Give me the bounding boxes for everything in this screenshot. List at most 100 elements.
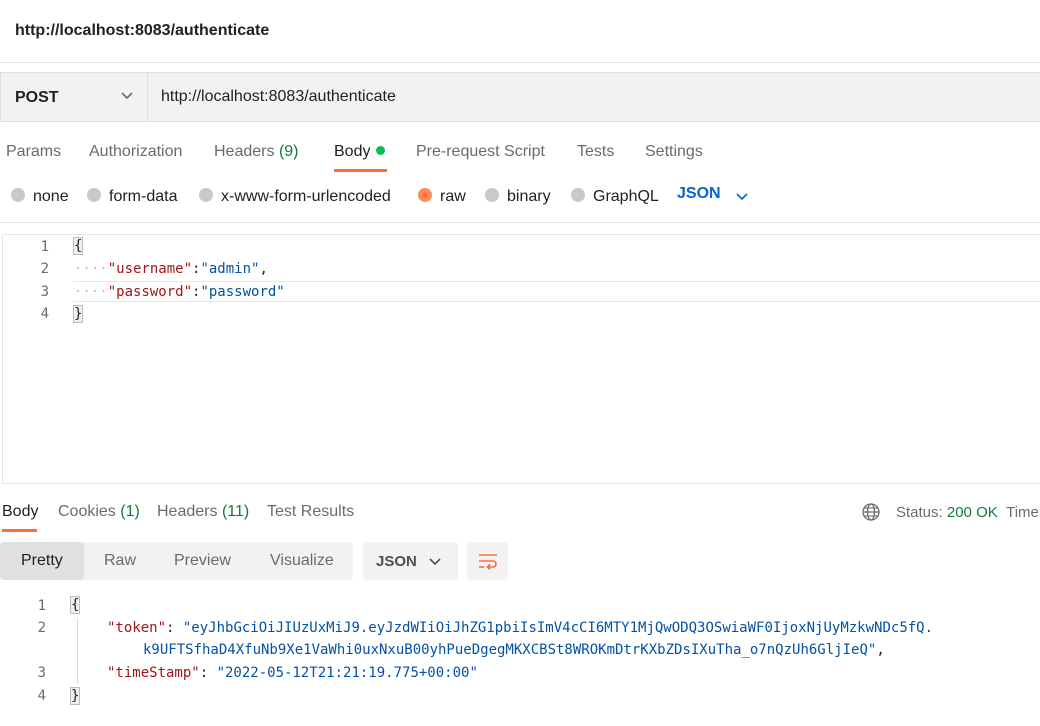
line-number: 3 — [37, 665, 46, 681]
method-select[interactable]: POST — [1, 73, 148, 121]
method-label: POST — [15, 89, 59, 106]
radio-graphql-label: GraphQL — [593, 188, 659, 205]
url-bar: POST http://localhost:8083/authenticate — [0, 72, 1040, 122]
radio-form-data[interactable]: form-data — [87, 188, 177, 206]
radio-raw[interactable]: raw — [418, 188, 466, 206]
active-tab-underline — [334, 169, 387, 172]
code-line: ····"password":"password" — [74, 284, 285, 300]
username-value: "admin" — [200, 261, 260, 277]
radio-form-data-label: form-data — [109, 188, 178, 205]
view-mode-segmented-control: Pretty Raw Preview Visualize — [0, 542, 353, 580]
tab-settings[interactable]: Settings — [645, 143, 703, 161]
body-type-radios: none form-data x-www-form-urlencoded raw… — [0, 185, 1040, 211]
tab-headers-count: (9) — [278, 143, 299, 160]
view-preview[interactable]: Preview — [174, 552, 231, 570]
response-format-select[interactable]: JSON — [363, 542, 458, 580]
tab-params[interactable]: Params — [6, 143, 61, 161]
response-tab-cookies[interactable]: Cookies (1) — [58, 503, 140, 521]
radio-binary[interactable]: binary — [485, 188, 551, 206]
code-line: "timeStamp": "2022-05-12T21:21:19.775+00… — [107, 665, 478, 681]
wrap-lines-icon — [479, 554, 497, 571]
active-tab-underline — [2, 529, 37, 532]
timestamp-key: "timeStamp" — [107, 665, 200, 681]
open-brace: { — [72, 237, 84, 255]
cookies-count: (1) — [120, 503, 140, 520]
wrap-lines-button[interactable] — [467, 542, 508, 580]
url-input[interactable]: http://localhost:8083/authenticate — [161, 88, 396, 106]
response-body-viewer[interactable]: 1 2 3 4 { "token": "eyJhbGciOiJIUzUxMiJ9… — [0, 592, 1040, 726]
radio-circle-icon — [87, 188, 101, 202]
indent-guide: ···· — [74, 284, 108, 300]
radio-none-label: none — [33, 188, 69, 205]
response-tabs: Body Cookies (1) Headers (11) Test Resul… — [0, 500, 1040, 536]
code-line: } — [69, 687, 81, 705]
password-key: "password" — [107, 284, 193, 300]
response-tab-test-results[interactable]: Test Results — [267, 503, 354, 521]
token-key: "token" — [107, 620, 167, 636]
indent-guide: ···· — [74, 261, 108, 277]
view-visualize[interactable]: Visualize — [270, 552, 334, 570]
globe-icon[interactable] — [861, 502, 881, 522]
response-format-label: JSON — [376, 553, 417, 570]
request-title-bar: http://localhost:8083/authenticate — [0, 0, 1040, 63]
password-value: "password" — [200, 284, 285, 300]
code-line: { — [69, 596, 81, 614]
request-title[interactable]: http://localhost:8083/authenticate — [15, 22, 269, 40]
token-value-continued: k9UFTSfhaD4XfuNb9Xe1VaWhi0uxNxuB00yhPueD… — [143, 642, 877, 658]
line-number: 4 — [40, 306, 49, 322]
time-label[interactable]: Time — [1006, 504, 1039, 521]
view-raw[interactable]: Raw — [104, 552, 136, 570]
status-badge[interactable]: 200 OK — [947, 504, 998, 521]
code-line: k9UFTSfhaD4XfuNb9Xe1VaWhi0uxNxuB00yhPueD… — [143, 642, 885, 658]
line-number: 2 — [37, 620, 46, 636]
body-indicator-dot-icon — [376, 146, 386, 155]
chevron-down-icon — [429, 558, 441, 566]
radio-graphql[interactable]: GraphQL — [571, 188, 659, 206]
radio-circle-icon — [11, 188, 25, 202]
line-number: 4 — [37, 688, 46, 704]
body-language-label: JSON — [677, 185, 721, 202]
radio-circle-icon — [199, 188, 213, 202]
response-status: Status: 200 OK Time — [896, 504, 1039, 521]
tab-body[interactable]: Body — [334, 143, 386, 161]
tab-prerequest-script[interactable]: Pre-request Script — [416, 143, 545, 161]
cookies-label: Cookies — [58, 503, 116, 520]
code-line: ····"username":"admin", — [74, 261, 268, 277]
divider — [0, 222, 1040, 223]
line-number: 1 — [37, 598, 46, 614]
line-number: 2 — [40, 261, 49, 277]
radio-circle-icon — [485, 188, 499, 202]
view-pretty[interactable]: Pretty — [21, 552, 63, 570]
timestamp-value: "2022-05-12T21:21:19.775+00:00" — [216, 665, 478, 681]
radio-binary-label: binary — [507, 188, 551, 205]
tab-headers[interactable]: Headers (9) — [214, 143, 299, 161]
status-label: Status: — [896, 504, 943, 521]
indent-guide — [77, 618, 78, 684]
close-brace: } — [69, 687, 81, 705]
radio-urlencoded[interactable]: x-www-form-urlencoded — [199, 188, 391, 206]
request-body-editor[interactable]: 1 2 3 4 { ····"username":"admin", ····"p… — [2, 234, 1040, 484]
response-tab-headers[interactable]: Headers (11) — [157, 503, 249, 521]
radio-circle-icon — [571, 188, 585, 202]
line-number: 3 — [40, 284, 49, 300]
tab-authorization[interactable]: Authorization — [89, 143, 182, 161]
username-key: "username" — [107, 261, 193, 277]
tab-headers-label: Headers — [214, 143, 275, 160]
body-language-select[interactable]: JSON — [677, 185, 748, 203]
tab-tests[interactable]: Tests — [577, 143, 614, 161]
token-value: "eyJhbGciOiJIUzUxMiJ9.eyJzdWIiOiJhZG1pbi… — [182, 620, 934, 636]
chevron-down-icon — [736, 193, 748, 201]
close-brace: } — [72, 305, 84, 323]
radio-selected-icon — [418, 188, 432, 202]
open-brace: { — [69, 596, 81, 614]
code-line: { — [72, 237, 84, 255]
tab-body-label: Body — [334, 143, 371, 160]
code-line: "token": "eyJhbGciOiJIUzUxMiJ9.eyJzdWIiO… — [107, 620, 934, 636]
radio-none[interactable]: none — [11, 188, 69, 206]
headers-count: (11) — [221, 503, 250, 520]
response-tab-body[interactable]: Body — [2, 503, 38, 521]
radio-raw-label: raw — [440, 188, 466, 205]
request-tabs: Params Authorization Headers (9) Body Pr… — [0, 140, 1040, 176]
chevron-down-icon — [121, 92, 133, 100]
headers-label: Headers — [157, 503, 218, 520]
